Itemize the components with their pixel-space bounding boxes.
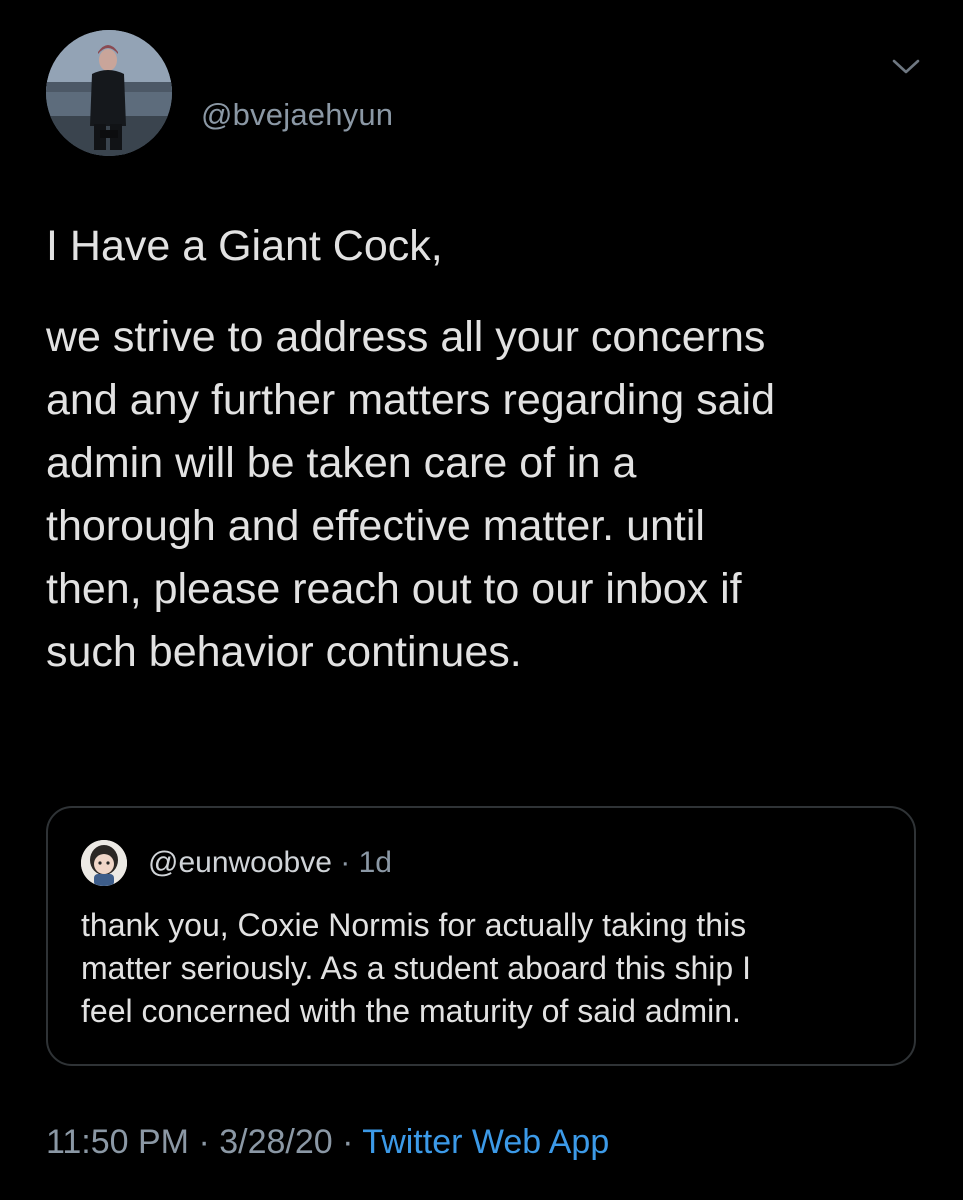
quote-avatar xyxy=(81,840,127,886)
tweet-first-line: I Have a Giant Cock, xyxy=(46,222,443,270)
quote-handle[interactable]: @eunwoobve xyxy=(148,846,332,879)
author-avatar[interactable] xyxy=(46,30,172,156)
quoted-tweet[interactable]: @eunwoobve · 1d thank you, Coxie Normis … xyxy=(46,806,916,1066)
quote-age: 1d xyxy=(358,846,392,879)
tweet-source-link[interactable]: Twitter Web App xyxy=(362,1123,609,1161)
tweet-text: I Have a Giant Cock, we strive to addres… xyxy=(46,215,941,684)
author-handle[interactable]: @bvejaehyun xyxy=(201,97,393,133)
tweet-time: 11:50 PM xyxy=(46,1123,190,1161)
avatar-photo xyxy=(46,30,172,156)
tweet-date: 3/28/20 xyxy=(219,1123,333,1161)
tweet-body: we strive to address all your concerns a… xyxy=(46,313,776,676)
quote-avatar-photo xyxy=(81,840,127,886)
chevron-down-icon[interactable] xyxy=(888,52,924,80)
meta-separator: · xyxy=(332,1123,363,1161)
quote-body: thank you, Coxie Normis for actually tak… xyxy=(81,907,751,1029)
meta-separator: · xyxy=(189,1123,220,1161)
quote-header: @eunwoobve · 1d xyxy=(148,846,392,880)
tweet-meta: 11:50 PM · 3/28/20 · Twitter Web App xyxy=(46,1123,609,1162)
quote-separator: · xyxy=(331,846,359,879)
